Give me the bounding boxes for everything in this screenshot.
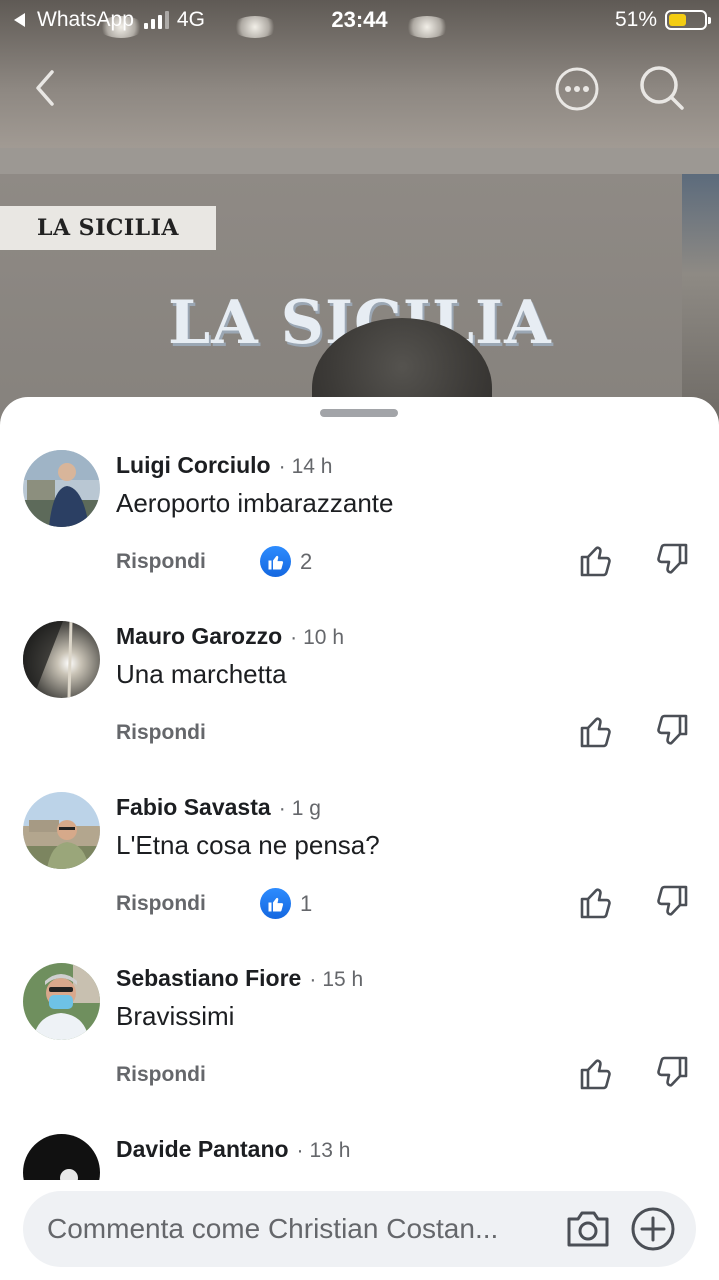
- reply-button[interactable]: Rispondi: [116, 892, 206, 916]
- video-player[interactable]: LA SICILIA LA SICILIA: [0, 0, 719, 420]
- comment-time: 15 h: [322, 968, 364, 991]
- thumbs-up-icon: [580, 1059, 611, 1090]
- search-button[interactable]: [638, 64, 686, 112]
- comment-item: Fabio Savasta · 1 g L'Etna cosa ne pensa…: [0, 792, 719, 963]
- author-name[interactable]: Luigi Corciulo: [116, 452, 271, 479]
- sign-box: LA SICILIA: [0, 206, 216, 250]
- sign-small-text: LA SICILIA: [36, 215, 179, 241]
- reaction-summary[interactable]: 1: [260, 888, 312, 919]
- thumbs-up-icon: [580, 546, 611, 577]
- avatar[interactable]: [23, 963, 100, 1040]
- wall-band: [0, 148, 719, 174]
- reply-button[interactable]: Rispondi: [116, 1063, 206, 1087]
- thumbs-down-icon: [657, 543, 688, 574]
- comment-text: L'Etna cosa ne pensa?: [116, 830, 380, 860]
- reaction-summary[interactable]: 2: [260, 546, 312, 577]
- comment-item: Luigi Corciulo · 14 h Aeroporto imbarazz…: [0, 450, 719, 621]
- author-name[interactable]: Fabio Savasta: [116, 794, 271, 821]
- battery-percent: 51%: [614, 8, 657, 31]
- camera-button[interactable]: [565, 1207, 611, 1251]
- comment-item: Sebastiano Fiore · 15 h Bravissimi Rispo…: [0, 963, 719, 1134]
- battery-fill: [669, 14, 686, 26]
- upvote-button[interactable]: [579, 542, 613, 578]
- reply-button[interactable]: Rispondi: [116, 550, 206, 574]
- dot-separator: ·: [296, 1139, 304, 1162]
- thumbs-up-icon: [580, 888, 611, 919]
- comments-sheet: Luigi Corciulo · 14 h Aeroporto imbarazz…: [0, 397, 719, 1280]
- side-panel: [682, 174, 719, 420]
- status-right: 51%: [614, 8, 711, 32]
- camera-icon: [567, 1211, 609, 1247]
- author-name[interactable]: Sebastiano Fiore: [116, 965, 301, 992]
- downvote-button[interactable]: [655, 542, 689, 578]
- like-icon: [260, 546, 291, 577]
- author-line: Fabio Savasta · 1 g: [116, 794, 321, 821]
- thumbs-down-icon: [657, 1056, 688, 1087]
- battery-icon: [665, 10, 711, 30]
- upvote-button[interactable]: [579, 1055, 613, 1091]
- comment-input[interactable]: [47, 1191, 557, 1267]
- thumbs-up-icon: [580, 717, 611, 748]
- upvote-button[interactable]: [579, 884, 613, 920]
- comment-text: Una marchetta: [116, 659, 287, 689]
- author-line: Mauro Garozzo · 10 h: [116, 623, 344, 650]
- author-name[interactable]: Mauro Garozzo: [116, 623, 282, 650]
- avatar[interactable]: [23, 792, 100, 869]
- like-icon: [260, 888, 291, 919]
- more-options-button[interactable]: [554, 66, 600, 112]
- comment-composer: [23, 1191, 696, 1267]
- thumbs-down-icon: [657, 714, 688, 745]
- more-options-icon: [555, 67, 599, 111]
- sheet-grabber[interactable]: [320, 409, 398, 417]
- avatar[interactable]: [23, 621, 100, 698]
- like-count: 2: [300, 548, 313, 574]
- add-attachment-button[interactable]: [630, 1206, 676, 1252]
- author-line: Davide Pantano · 13 h: [116, 1136, 350, 1163]
- author-line: Sebastiano Fiore · 15 h: [116, 965, 363, 992]
- comment-item: Mauro Garozzo · 10 h Una marchetta Rispo…: [0, 621, 719, 792]
- battery-tip: [708, 17, 711, 24]
- avatar[interactable]: [23, 450, 100, 527]
- upvote-button[interactable]: [579, 713, 613, 749]
- comment-time: 1 g: [291, 797, 321, 820]
- downvote-button[interactable]: [655, 713, 689, 749]
- dot-separator: ·: [309, 968, 317, 991]
- thumbs-down-icon: [657, 885, 688, 916]
- comment-time: 13 h: [309, 1139, 351, 1162]
- search-icon: [640, 66, 684, 110]
- dot-separator: ·: [278, 455, 286, 478]
- comment-time: 14 h: [291, 455, 333, 478]
- downvote-button[interactable]: [655, 1055, 689, 1091]
- author-line: Luigi Corciulo · 14 h: [116, 452, 332, 479]
- author-name[interactable]: Davide Pantano: [116, 1136, 289, 1163]
- reply-button[interactable]: Rispondi: [116, 721, 206, 745]
- status-bar: WhatsApp 4G 23:44 51%: [0, 0, 719, 40]
- comment-text: Aeroporto imbarazzante: [116, 488, 394, 518]
- comment-text: Bravissimi: [116, 1001, 235, 1031]
- plus-circle-icon: [631, 1207, 675, 1251]
- dot-separator: ·: [278, 797, 286, 820]
- status-time: 23:44: [331, 7, 388, 32]
- back-button[interactable]: [28, 66, 68, 110]
- downvote-button[interactable]: [655, 884, 689, 920]
- dot-separator: ·: [290, 626, 298, 649]
- comment-time: 10 h: [303, 626, 344, 649]
- like-count: 1: [300, 890, 313, 916]
- back-chevron-icon: [36, 70, 54, 106]
